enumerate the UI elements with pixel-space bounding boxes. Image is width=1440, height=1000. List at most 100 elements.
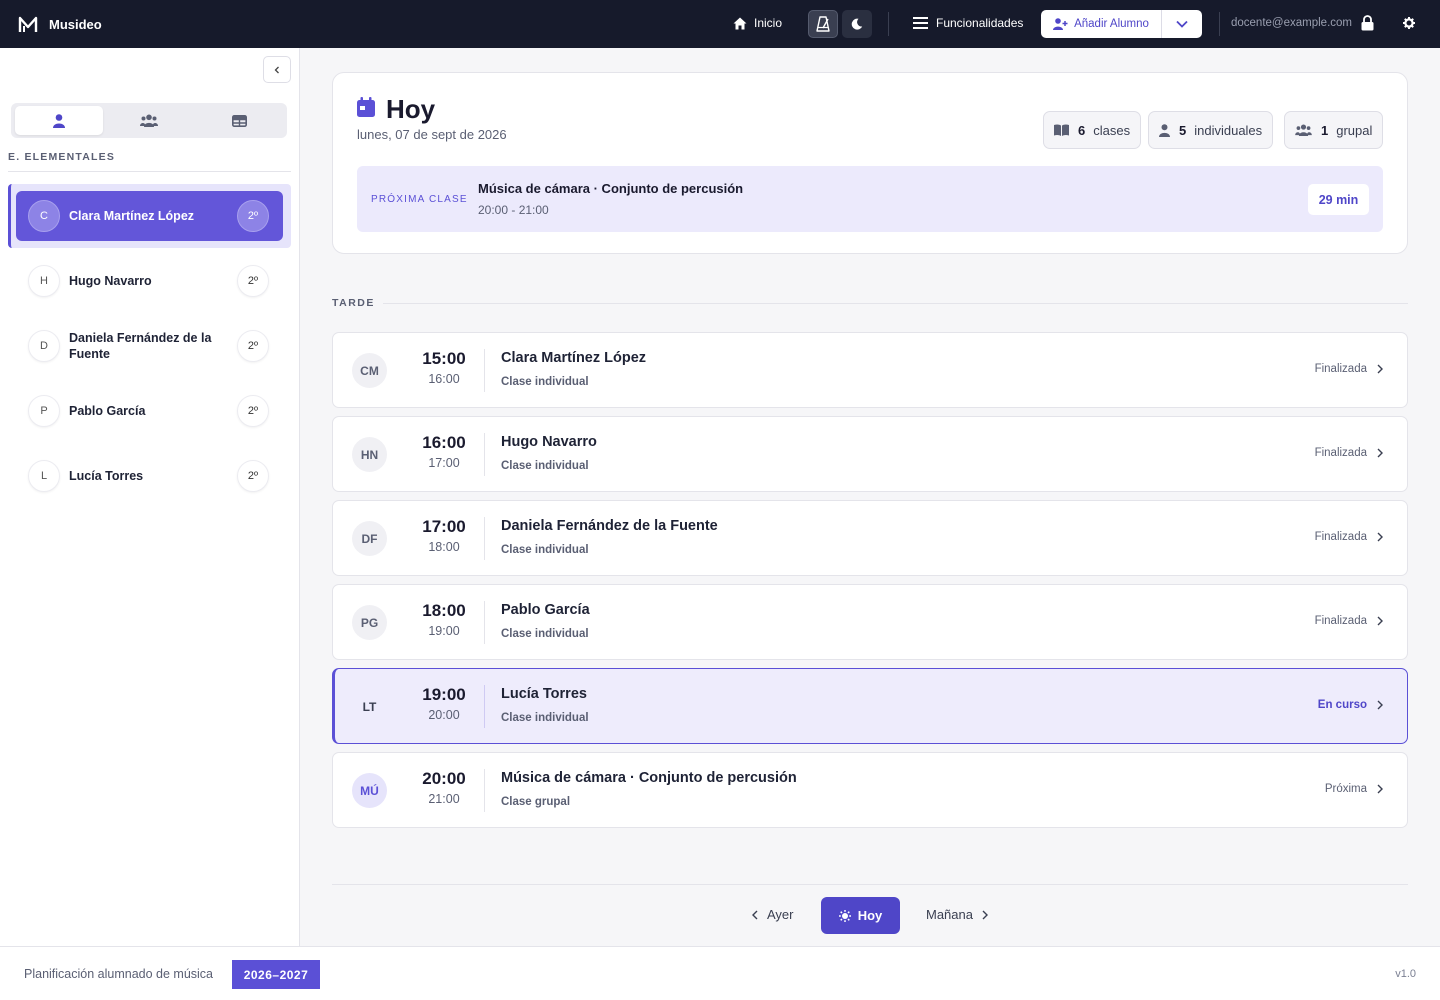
class-status: Finalizada [1315, 531, 1383, 543]
chevron-left-icon [752, 910, 758, 919]
nav-home-link[interactable]: Inicio [733, 16, 782, 30]
class-status: En curso [1318, 699, 1383, 711]
class-end-time: 19:00 [428, 624, 460, 638]
student-item[interactable]: H Hugo Navarro 2º [16, 256, 283, 306]
student-grade-badge: 2º [237, 460, 269, 492]
home-icon [733, 17, 747, 29]
class-type: Clase individual [501, 712, 589, 724]
class-card[interactable]: HN 16:00 17:00 Hugo Navarro Clase indivi… [332, 416, 1408, 492]
chevron-left-icon [274, 66, 279, 73]
class-avatar: MÚ [352, 773, 387, 808]
class-card-current[interactable]: LT 19:00 20:00 Lucía Torres Clase indivi… [332, 668, 1408, 744]
nav-features-link[interactable]: Funcionalidades [913, 16, 1023, 30]
top-bar: Musideo Inicio Funcionalidades Añadir Al… [0, 0, 1440, 48]
class-name: Daniela Fernández de la Fuente [501, 518, 718, 534]
page-title: Hoy [386, 94, 436, 124]
chevron-right-icon [1377, 448, 1383, 458]
student-item[interactable]: L Lucía Torres 2º [16, 451, 283, 501]
class-status: Finalizada [1315, 447, 1383, 459]
class-name: Lucía Torres [501, 686, 587, 702]
view-groups-tab[interactable] [105, 106, 193, 135]
class-card[interactable]: CM 15:00 16:00 Clara Martínez López Clas… [332, 332, 1408, 408]
student-item[interactable]: P Pablo García 2º [16, 386, 283, 436]
chevron-right-icon [1377, 784, 1383, 794]
class-status-label: Finalizada [1314, 447, 1367, 459]
stat-group: 1 grupal [1284, 111, 1384, 149]
class-start-time: 20:00 [422, 769, 466, 788]
add-student-split-button: Añadir Alumno [1041, 10, 1202, 38]
class-avatar: PG [352, 605, 387, 640]
class-start-time: 17:00 [422, 517, 466, 536]
class-status: Finalizada [1315, 615, 1383, 627]
view-table-tab[interactable] [195, 106, 283, 135]
student-avatar: D [28, 330, 60, 362]
stat-group-label: grupal [1336, 122, 1373, 138]
class-status-label: Finalizada [1314, 615, 1367, 627]
gear-icon[interactable] [1403, 17, 1415, 29]
student-item[interactable]: C Clara Martínez López 2º [16, 191, 283, 241]
class-status-label: Próxima [1324, 783, 1367, 795]
class-type: Clase individual [501, 376, 589, 388]
next-class-banner[interactable]: PRÓXIMA CLASE Música de cámara · Conjunt… [357, 166, 1383, 232]
calendar-icon [357, 97, 375, 117]
class-avatar: DF [352, 521, 387, 556]
lock-icon[interactable] [1361, 15, 1374, 31]
footer-text: Planificación alumnado de música [24, 967, 213, 981]
class-status-label: En curso [1317, 699, 1367, 711]
moon-icon [851, 18, 863, 30]
today-summary-card: Hoy lunes, 07 de sept de 2026 6 clases 5… [332, 72, 1408, 254]
view-individual-tab[interactable] [15, 106, 103, 135]
class-status-label: Finalizada [1314, 531, 1367, 543]
user-icon [53, 113, 65, 128]
class-name: Clara Martínez López [501, 350, 647, 366]
class-card[interactable]: DF 17:00 18:00 Daniela Fernández de la F… [332, 500, 1408, 576]
class-start-time: 18:00 [422, 601, 466, 620]
chevron-right-icon [1377, 700, 1383, 710]
student-avatar: P [28, 395, 60, 427]
view-switcher [11, 103, 287, 138]
add-student-dropdown[interactable] [1162, 10, 1202, 38]
stat-group-count: 1 [1321, 122, 1329, 138]
student-name: Hugo Navarro [69, 274, 152, 288]
class-avatar: HN [352, 437, 387, 472]
student-grade-badge: 2º [237, 265, 269, 297]
add-student-button[interactable]: Añadir Alumno [1041, 10, 1162, 38]
stat-classes-count: 6 [1078, 122, 1086, 138]
next-class-countdown: 29 min [1308, 184, 1369, 215]
class-start-time: 15:00 [422, 349, 466, 368]
next-day-button[interactable]: Mañana [926, 907, 988, 922]
today-button-label: Hoy [857, 908, 883, 923]
divider [332, 884, 1408, 885]
class-status: Próxima [1325, 783, 1383, 795]
today-button[interactable]: Hoy [821, 897, 900, 934]
student-name: Lucía Torres [69, 469, 144, 483]
class-card[interactable]: PG 18:00 19:00 Pablo García Clase indivi… [332, 584, 1408, 660]
divider [484, 685, 485, 728]
user-icon [1159, 123, 1170, 137]
collapse-sidebar-button[interactable] [263, 56, 291, 83]
previous-day-button[interactable]: Ayer [752, 907, 794, 922]
student-grade-badge: 2º [237, 200, 269, 232]
class-end-time: 16:00 [428, 372, 460, 386]
academic-year-badge[interactable]: 2026–2027 [232, 960, 320, 989]
student-name: Clara Martínez López [69, 209, 195, 223]
student-item[interactable]: D Daniela Fernández de la Fuente 2º [16, 321, 283, 371]
brand[interactable]: Musideo [18, 15, 102, 33]
theme-toggle[interactable] [842, 10, 872, 38]
class-start-time: 19:00 [422, 685, 466, 704]
version-label: v1.0 [1395, 968, 1416, 980]
chevron-right-icon [1377, 616, 1383, 626]
next-class-title: Música de cámara · Conjunto de percusión [478, 181, 744, 196]
stat-classes-label: clases [1093, 122, 1131, 138]
previous-day-label: Ayer [767, 907, 794, 922]
chevron-right-icon [1377, 532, 1383, 542]
stat-classes: 6 clases [1043, 111, 1142, 149]
next-class-label: PRÓXIMA CLASE [371, 194, 468, 205]
metronome-icon [816, 16, 830, 32]
stat-individual: 5 individuales [1148, 111, 1274, 149]
class-avatar: LT [362, 699, 377, 714]
class-card[interactable]: MÚ 20:00 21:00 Música de cámara · Conjun… [332, 752, 1408, 828]
divider [484, 349, 485, 392]
nav-features-label: Funcionalidades [936, 16, 1024, 30]
metronome-toggle[interactable] [808, 10, 838, 38]
